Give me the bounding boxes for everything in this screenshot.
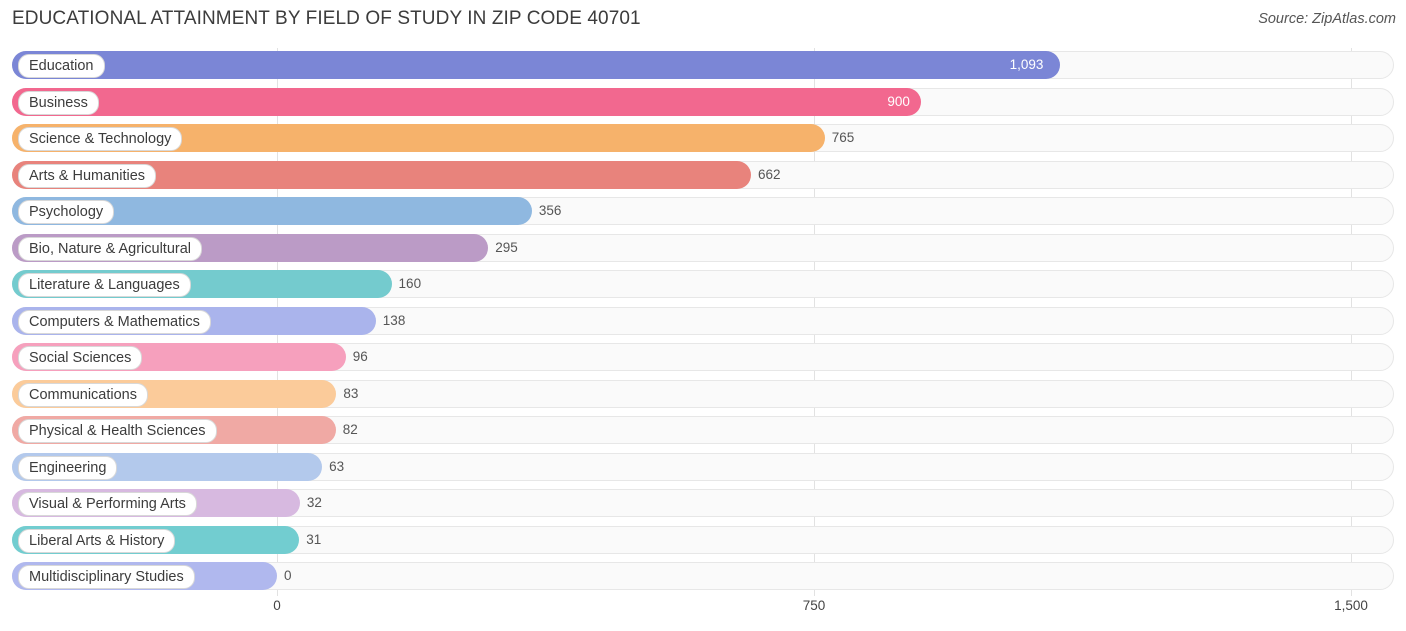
bar-label: Psychology [18, 200, 115, 224]
bar-row[interactable]: Science & Technology 765 [0, 121, 1406, 158]
bar-row[interactable]: Bio, Nature & Agricultural 295 [0, 231, 1406, 268]
source-label: Source: ZipAtlas.com [1258, 11, 1396, 27]
bar-row[interactable]: Engineering 63 [0, 450, 1406, 487]
page-title: EDUCATIONAL ATTAINMENT BY FIELD OF STUDY… [12, 8, 641, 29]
bar-value: 32 [306, 495, 322, 510]
bar-value: 138 [382, 312, 406, 328]
bar-row[interactable]: Visual & Performing Arts 32 [0, 486, 1406, 523]
bar-value: 295 [495, 239, 518, 255]
bar-label: Multidisciplinary Studies [18, 565, 195, 589]
bar-label: Computers & Mathematics [18, 309, 211, 334]
chart-header: EDUCATIONAL ATTAINMENT BY FIELD OF STUDY… [0, 0, 1406, 38]
bar-label: Engineering [18, 455, 118, 480]
bar-label: Bio, Nature & Agricultural [18, 236, 202, 261]
bar-value: 1,093 [1009, 57, 1044, 72]
bar-label: Science & Technology [18, 127, 183, 151]
axis-tick: 1,500 [1334, 598, 1368, 613]
bar-label: Literature & Languages [18, 273, 191, 297]
axis-tick: 750 [802, 598, 826, 613]
bar-value: 900 [887, 93, 910, 109]
bar-value: 83 [343, 385, 359, 401]
bar-label: Business [18, 90, 99, 115]
bar-value: 96 [352, 349, 368, 364]
bar-label: Liberal Arts & History [18, 528, 176, 553]
bar-row[interactable]: Communications 83 [0, 377, 1406, 414]
bar [12, 51, 1060, 79]
bar-row[interactable]: Arts & Humanities 662 [0, 158, 1406, 195]
bar-chart: Education 1,093 Business 900 Science & Techn… [0, 38, 1406, 598]
bar-label: Physical & Health Sciences [18, 419, 217, 443]
bar-value: 356 [538, 203, 562, 218]
bar-label: Education [18, 54, 105, 78]
bar [12, 87, 922, 116]
bar-value: 82 [342, 422, 358, 437]
bar-row[interactable]: Multidisciplinary Studies 0 [0, 559, 1406, 596]
bar-value: 31 [306, 531, 322, 547]
bar-row[interactable]: Business 900 [0, 85, 1406, 122]
bar-label: Communications [18, 382, 148, 407]
bar-label: Visual & Performing Arts [18, 492, 197, 516]
x-axis: 0 750 1,500 [0, 598, 1406, 622]
bar-label: Social Sciences [18, 346, 143, 370]
bar-label: Arts & Humanities [18, 163, 157, 188]
bar-row[interactable]: Computers & Mathematics 138 [0, 304, 1406, 341]
bar-row[interactable]: Psychology 356 [0, 194, 1406, 231]
bar-row[interactable]: Social Sciences 96 [0, 340, 1406, 377]
axis-tick: 0 [273, 598, 281, 613]
bar-row[interactable]: Literature & Languages 160 [0, 267, 1406, 304]
bar-rows: Education 1,093 Business 900 Science & Techn… [0, 48, 1406, 596]
bar-value: 63 [329, 458, 345, 474]
bar-value: 662 [757, 166, 781, 182]
bar-value: 160 [398, 276, 422, 291]
bar-row[interactable]: Education 1,093 [0, 48, 1406, 85]
bar-value: 0 [284, 568, 292, 583]
bar-row[interactable]: Liberal Arts & History 31 [0, 523, 1406, 560]
bar-row[interactable]: Physical & Health Sciences 82 [0, 413, 1406, 450]
bar-value: 765 [831, 130, 855, 145]
